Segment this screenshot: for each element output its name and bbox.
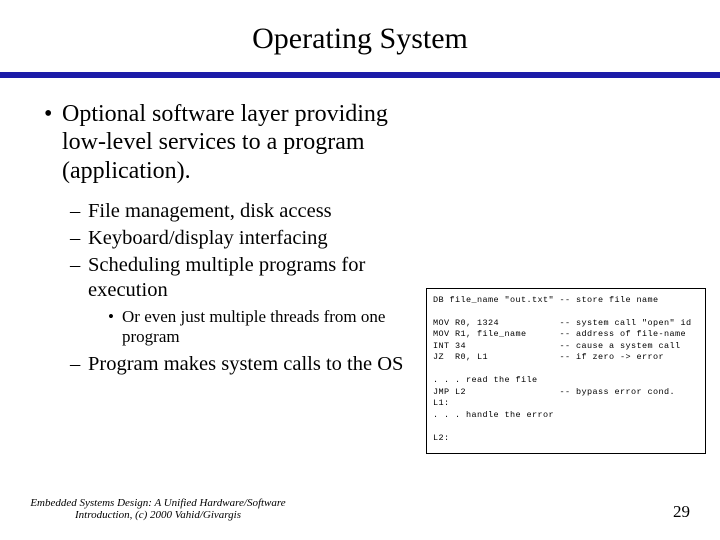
bullet-lvl2-text: File management, disk access xyxy=(88,199,332,224)
bullet-lvl2: –Keyboard/display interfacing xyxy=(70,226,440,251)
bullet-dot-icon: • xyxy=(44,100,62,128)
dash-icon: – xyxy=(70,352,88,377)
bullet-lvl2-text: Program makes system calls to the OS xyxy=(88,352,403,377)
bullet-lvl1: •Optional software layer providing low-l… xyxy=(44,100,424,185)
slide-title: Operating System xyxy=(0,0,720,66)
footer-citation: Embedded Systems Design: A Unified Hardw… xyxy=(28,497,288,522)
bullet-lvl3: •Or even just multiple threads from one … xyxy=(108,307,428,348)
bullet-lvl2-text: Keyboard/display interfacing xyxy=(88,226,328,251)
dash-icon: – xyxy=(70,199,88,224)
slide: Operating System •Optional software laye… xyxy=(0,0,720,540)
page-number: 29 xyxy=(673,502,690,522)
dash-icon: – xyxy=(70,226,88,251)
title-underline xyxy=(0,72,720,78)
dash-icon: – xyxy=(70,253,88,278)
bullet-dot-icon: • xyxy=(108,307,122,327)
bullet-lvl2: –File management, disk access xyxy=(70,199,440,224)
bullet-lvl2: –Program makes system calls to the OS xyxy=(70,352,440,377)
bullet-lvl3-text: Or even just multiple threads from one p… xyxy=(122,307,422,348)
code-sample: DB file_name "out.txt" -- store file nam… xyxy=(426,288,706,454)
bullet-lvl1-text: Optional software layer providing low-le… xyxy=(62,100,422,185)
bullet-lvl2: –Scheduling multiple programs for execut… xyxy=(70,253,440,303)
bullet-lvl2-text: Scheduling multiple programs for executi… xyxy=(88,253,438,303)
